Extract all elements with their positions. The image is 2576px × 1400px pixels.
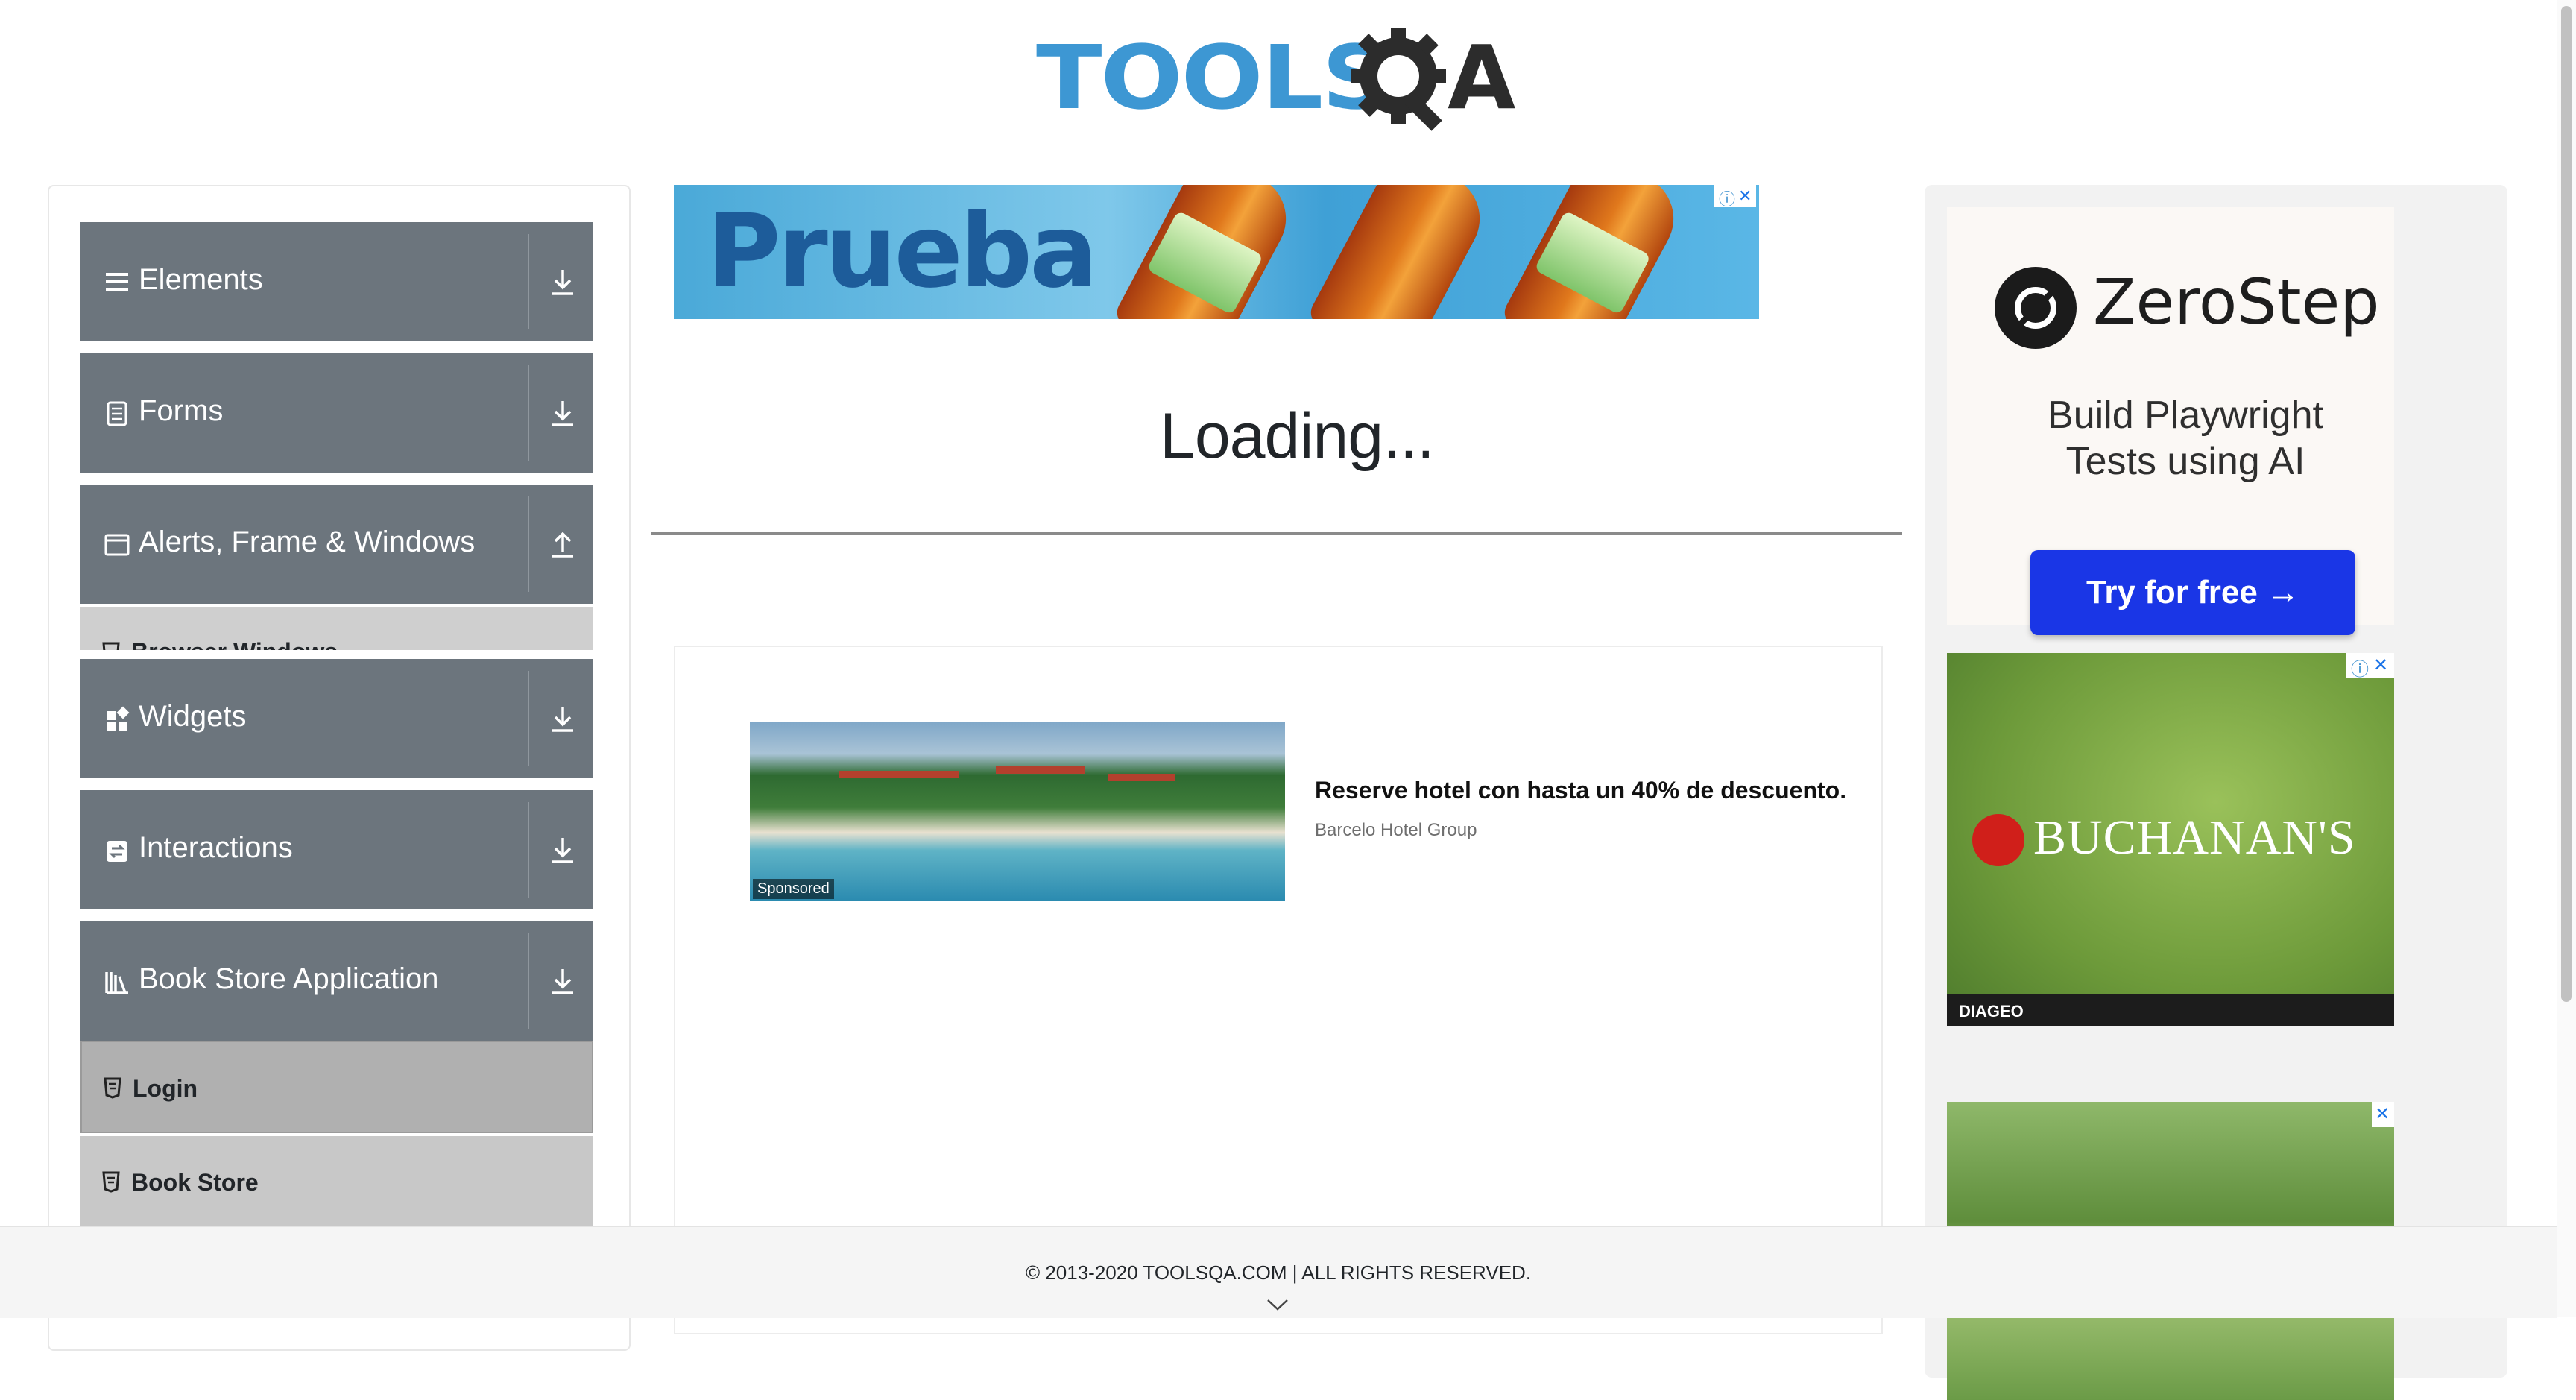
sidebar-item-browser-windows[interactable]: Browser Windows: [80, 607, 593, 650]
hotel-ad-image[interactable]: Sponsored: [750, 722, 1285, 901]
sidebar-item-book-store[interactable]: Book Store: [80, 1136, 593, 1229]
divider: [651, 532, 1902, 535]
group-label: Widgets: [139, 700, 247, 733]
ad-headline: Prueba: [707, 193, 1098, 311]
zerostep-logo-icon: [1995, 267, 2077, 349]
buchanans-ad[interactable]: BUCHANAN'S DIAGEO ⓘ ✕: [1947, 653, 2394, 1026]
zerostep-tagline: Build Playwright Tests using AI: [1947, 392, 2424, 485]
chevron-down-icon[interactable]: [1266, 1297, 1289, 1312]
group-widgets[interactable]: Widgets: [80, 659, 593, 778]
ad-choices-icon[interactable]: ⓘ ✕: [1714, 185, 1756, 209]
library-icon: [105, 972, 128, 994]
close-icon[interactable]: ✕: [2372, 1102, 2394, 1127]
group-book-store-application[interactable]: Book Store Application: [80, 921, 593, 1041]
zerostep-name: ZeroStep: [2093, 265, 2380, 338]
group-forms[interactable]: Forms: [80, 353, 593, 473]
sidebar-item-label: Login: [133, 1075, 198, 1102]
divider: [528, 365, 529, 461]
download-arrow-icon: [552, 270, 573, 295]
download-arrow-icon: [552, 838, 573, 863]
bottle-image: [1499, 185, 1690, 319]
group-label: Book Store Application: [139, 962, 439, 995]
group-interactions[interactable]: Interactions: [80, 790, 593, 909]
toolsqa-logo[interactable]: TOOLS A: [1036, 21, 1528, 140]
hamburger-icon: [106, 273, 128, 291]
document-icon: [107, 401, 127, 426]
logo-text-end: A: [1448, 26, 1516, 129]
divider: [528, 234, 529, 329]
banner-ad[interactable]: Prueba ⓘ ✕: [674, 185, 1759, 319]
window-icon: [104, 534, 130, 556]
gear-magnifier-icon: [1351, 28, 1446, 131]
ad-advertiser: Barcelo Hotel Group: [1315, 820, 1477, 840]
loading-text: Loading...: [1160, 400, 1435, 472]
html-icon: [102, 1171, 120, 1193]
ad-headline-link[interactable]: Reserve hotel con hasta un 40% de descue…: [1315, 777, 1846, 804]
group-alerts-frame-windows[interactable]: Alerts, Frame & Windows: [80, 485, 593, 604]
divider: [528, 933, 529, 1029]
bottle-image: [1305, 185, 1496, 319]
brand-name: BUCHANAN'S: [2033, 810, 2356, 865]
tagline-line: Tests using AI: [2065, 440, 2305, 483]
html-icon: [102, 642, 120, 650]
tagline-line: Build Playwright: [2048, 394, 2323, 437]
divider: [528, 496, 529, 592]
download-arrow-icon: [552, 707, 573, 732]
download-arrow-icon: [552, 401, 573, 426]
group-label: Alerts, Frame & Windows: [139, 526, 476, 558]
sidebar-item-label: Browser Windows: [131, 638, 338, 650]
logo-text: TOOLS: [1036, 26, 1392, 129]
zerostep-ad[interactable]: ZeroStep Build Playwright Tests using AI…: [1947, 207, 2394, 635]
download-arrow-icon: [552, 969, 573, 994]
footer: © 2013-2020 TOOLSQA.COM | ALL RIGHTS RES…: [0, 1226, 2557, 1318]
sponsored-badge: Sponsored: [753, 879, 834, 899]
widgets-icon: [107, 706, 130, 731]
interactions-icon: [107, 841, 127, 862]
scrollbar-thumb[interactable]: [2561, 6, 2572, 1002]
divider: [528, 802, 529, 898]
group-label: Elements: [139, 263, 263, 296]
divider: [528, 671, 529, 766]
brand-seal: [1972, 814, 2024, 866]
copyright-text: © 2013-2020 TOOLSQA.COM | ALL RIGHTS RES…: [1025, 1261, 1532, 1284]
bottle-image: [1111, 185, 1302, 319]
diageo-text: DIAGEO: [1959, 1002, 2024, 1021]
try-for-free-button[interactable]: Try for free →: [2030, 550, 2355, 635]
html-icon: [104, 1077, 121, 1099]
left-panel: Elements Forms Alerts, Frame & Windows W…: [48, 185, 631, 1351]
ad-footer: DIAGEO: [1947, 994, 2394, 1026]
group-label: Forms: [139, 394, 224, 427]
scrollbar[interactable]: [2557, 0, 2576, 1317]
sidebar-item-label: Book Store: [131, 1169, 259, 1196]
sidebar-item-login[interactable]: Login: [80, 1041, 593, 1133]
right-ad-rail: ZeroStep Build Playwright Tests using AI…: [1925, 185, 2507, 1400]
ad-choices-icon[interactable]: ⓘ ✕: [2346, 653, 2394, 680]
group-label: Interactions: [139, 831, 293, 864]
group-elements[interactable]: Elements: [80, 222, 593, 341]
upload-arrow-icon: [552, 532, 573, 558]
